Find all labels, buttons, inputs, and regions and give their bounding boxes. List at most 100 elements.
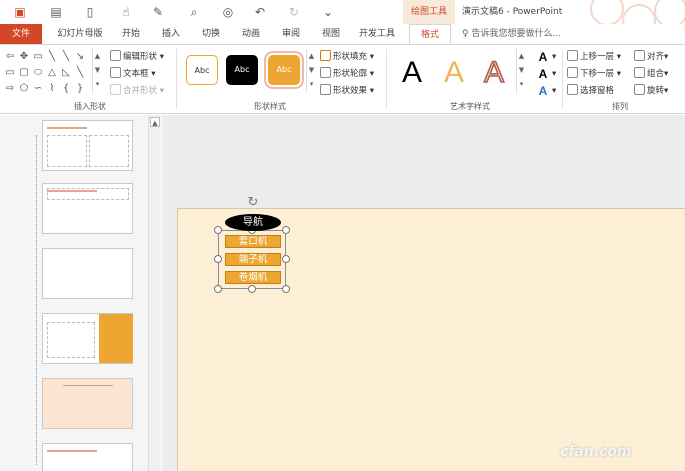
undo-icon[interactable]: ↶ bbox=[252, 4, 268, 20]
redo-icon[interactable]: ↻ bbox=[286, 4, 302, 20]
resize-handle-top-right[interactable] bbox=[282, 226, 290, 234]
text-outline-dropdown-icon[interactable]: ▾ bbox=[552, 67, 556, 81]
thumbnail-title-line bbox=[47, 127, 87, 129]
tab-animations[interactable]: 动画 bbox=[236, 24, 266, 44]
text-outline-button[interactable]: A bbox=[533, 67, 553, 81]
scroll-down-icon[interactable]: ▼ bbox=[517, 63, 526, 77]
right-triangle-shape-icon[interactable]: ◺ bbox=[60, 67, 72, 79]
line-shape-icon[interactable]: ╲ bbox=[46, 51, 58, 63]
wordart-style-black[interactable]: A bbox=[394, 55, 430, 95]
bracket-shape-icon[interactable]: { bbox=[60, 83, 72, 95]
rotate-handle-icon[interactable]: ↻ bbox=[246, 196, 260, 210]
menu-item-1[interactable]: 套口机 bbox=[225, 235, 281, 248]
scroll-up-icon[interactable]: ▲ bbox=[307, 49, 316, 63]
customize-qat-icon[interactable]: ⌄ bbox=[320, 4, 336, 20]
tab-format[interactable]: 格式 bbox=[409, 24, 451, 45]
slide-thumbnail-4[interactable] bbox=[42, 313, 133, 364]
tab-developer[interactable]: 开发工具 bbox=[354, 24, 400, 44]
resize-handle-bottom[interactable] bbox=[248, 285, 256, 293]
tab-review[interactable]: 审阅 bbox=[276, 24, 306, 44]
scroll-up-icon[interactable]: ▲ bbox=[93, 49, 102, 63]
shape-fill-button[interactable]: 形状填充 ▾ bbox=[320, 50, 374, 64]
selection-pane-button[interactable]: 选择窗格 bbox=[567, 84, 614, 98]
line-shape-icon[interactable]: ╲ bbox=[60, 51, 72, 63]
scroll-down-icon[interactable]: ▼ bbox=[307, 63, 316, 77]
merge-shapes-button[interactable]: 合并形状 ▾ bbox=[110, 84, 164, 98]
line-shape-icon[interactable]: ╲ bbox=[74, 67, 86, 79]
shape-style-swatch-1[interactable]: Abc bbox=[186, 55, 218, 85]
resize-handle-right[interactable] bbox=[282, 255, 290, 263]
shape-styles-gallery-scroll[interactable]: ▲ ▼ ▾ bbox=[306, 49, 316, 93]
more-icon[interactable]: ▾ bbox=[517, 77, 526, 91]
edit-shape-button[interactable]: 编辑形状 ▾ bbox=[110, 50, 164, 64]
wordart-gallery-scroll[interactable]: ▲ ▼ ▾ bbox=[516, 49, 526, 93]
group-button[interactable]: 组合▾ bbox=[634, 67, 668, 81]
bring-forward-button[interactable]: 上移一层 ▾ bbox=[567, 50, 621, 64]
wordart-style-outline[interactable]: A bbox=[476, 55, 512, 95]
thumbnail-scrollbar[interactable]: ▲ bbox=[148, 115, 160, 471]
shape-effects-button[interactable]: 形状效果 ▾ bbox=[320, 84, 374, 98]
scroll-up-icon[interactable]: ▲ bbox=[517, 49, 526, 63]
curve-shape-icon[interactable]: ∽ bbox=[32, 83, 44, 95]
slideshow-icon[interactable]: ◎ bbox=[220, 4, 236, 20]
arrow-line-shape-icon[interactable]: ↘ bbox=[74, 51, 86, 63]
menu-item-3[interactable]: 卷烟机 bbox=[225, 271, 281, 284]
new-file-icon[interactable]: ▯ bbox=[82, 4, 98, 20]
resize-handle-top-left[interactable] bbox=[214, 226, 222, 234]
triangle-shape-icon[interactable]: △ bbox=[46, 67, 58, 79]
shape-style-swatch-2[interactable]: Abc bbox=[226, 55, 258, 85]
text-effects-dropdown-icon[interactable]: ▾ bbox=[552, 84, 556, 98]
resize-handle-left[interactable] bbox=[214, 255, 222, 263]
tab-home[interactable]: 开始 bbox=[116, 24, 146, 44]
more-icon[interactable]: ▾ bbox=[93, 77, 102, 91]
shape-style-swatch-3[interactable]: Abc bbox=[264, 51, 304, 89]
touch-mode-icon[interactable]: ☝ bbox=[118, 4, 134, 20]
more-icon[interactable]: ▾ bbox=[307, 77, 316, 91]
text-fill-button[interactable]: A bbox=[533, 50, 553, 64]
oval-shape-icon[interactable]: ⬭ bbox=[32, 67, 44, 79]
rectangle-shape-icon[interactable]: ▭ bbox=[4, 67, 16, 79]
print-preview-icon[interactable]: ⌕ bbox=[186, 4, 202, 20]
scroll-down-icon[interactable]: ▼ bbox=[93, 63, 102, 77]
shape-gallery[interactable]: ⇦ ✥ ▭ ╲ ╲ ↘ ▭ ▢ ⬭ △ ◺ ╲ ⇨ ⬠ ∽ ⌇ { } ▲ ▼ … bbox=[4, 49, 104, 97]
arrow-shape-icon[interactable]: ⇦ bbox=[4, 51, 16, 63]
rounded-rect-shape-icon[interactable]: ▢ bbox=[18, 67, 30, 79]
tab-slide-master[interactable]: 幻灯片母版 bbox=[52, 24, 108, 44]
shape-outline-button[interactable]: 形状轮廓 ▾ bbox=[320, 67, 374, 81]
resize-handle-bottom-right[interactable] bbox=[282, 285, 290, 293]
text-fill-dropdown-icon[interactable]: ▾ bbox=[552, 50, 556, 64]
slide-thumbnail-2[interactable] bbox=[42, 183, 133, 234]
text-effects-button[interactable]: A bbox=[533, 84, 553, 98]
cross-arrow-shape-icon[interactable]: ✥ bbox=[18, 51, 30, 63]
menu-item-2[interactable]: 端子机 bbox=[225, 253, 281, 266]
nav-title-ellipse[interactable]: 导航 bbox=[225, 214, 281, 231]
group-icon bbox=[634, 67, 645, 78]
slide-thumbnail-5[interactable] bbox=[42, 378, 133, 429]
format-painter-icon[interactable]: ✎ bbox=[150, 4, 166, 20]
text-box-button[interactable]: 文本框 ▾ bbox=[110, 67, 155, 81]
thumbnail-title-line bbox=[47, 450, 97, 452]
wordart-style-orange[interactable]: A bbox=[436, 55, 472, 95]
shape-gallery-scroll[interactable]: ▲ ▼ ▾ bbox=[92, 49, 102, 93]
align-button[interactable]: 对齐▾ bbox=[634, 50, 668, 64]
tab-view[interactable]: 视图 bbox=[316, 24, 346, 44]
tab-insert[interactable]: 插入 bbox=[156, 24, 186, 44]
resize-handle-bottom-left[interactable] bbox=[214, 285, 222, 293]
brace-shape-icon[interactable]: } bbox=[74, 83, 86, 95]
freeform-shape-icon[interactable]: ⌇ bbox=[46, 83, 58, 95]
textbox-shape-icon[interactable]: ▭ bbox=[32, 51, 44, 63]
tab-file[interactable]: 文件 bbox=[0, 24, 42, 44]
scroll-up-arrow-icon[interactable]: ▲ bbox=[150, 117, 160, 127]
thumbnail-orange-panel bbox=[99, 314, 133, 363]
slide-thumbnail-1[interactable] bbox=[42, 120, 133, 171]
align-icon bbox=[634, 50, 645, 61]
slide-thumbnail-3[interactable] bbox=[42, 248, 133, 299]
slide-thumbnail-6[interactable] bbox=[42, 443, 133, 471]
tab-transitions[interactable]: 切换 bbox=[196, 24, 226, 44]
pentagon-shape-icon[interactable]: ⬠ bbox=[18, 83, 30, 95]
send-backward-button[interactable]: 下移一层 ▾ bbox=[567, 67, 621, 81]
tell-me-search[interactable]: ♀ 告诉我您想要做什么... bbox=[462, 24, 561, 44]
right-arrow-shape-icon[interactable]: ⇨ bbox=[4, 83, 16, 95]
save-icon[interactable]: ▤ bbox=[48, 4, 64, 20]
rotate-button[interactable]: 旋转▾ bbox=[634, 84, 668, 98]
